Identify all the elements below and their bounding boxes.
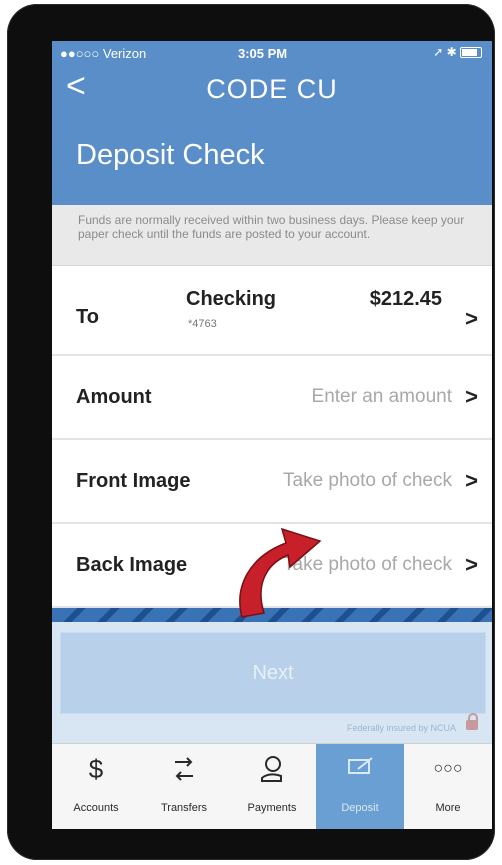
funds-notice: Funds are normally received within two b… (52, 205, 492, 266)
nav-bar: < CODE CU (52, 65, 492, 109)
tab-payments[interactable]: Payments (228, 744, 316, 829)
status-bar: ●●○○○ Verizon 3:05 PM ➚ ✱ (52, 41, 492, 65)
to-account-row[interactable]: To Checking *4763 $212.45 > (52, 266, 492, 356)
chevron-right-icon: > (465, 306, 478, 331)
bluetooth-icon: ✱ (446, 45, 457, 59)
tab-label: More (435, 802, 461, 814)
tab-label: Deposit (341, 802, 379, 814)
transfer-icon (140, 754, 228, 790)
tab-label: Transfers (160, 802, 208, 814)
lock-icon (466, 713, 478, 730)
page-title: Deposit Check (76, 139, 265, 171)
chevron-right-icon: > (465, 468, 478, 493)
insured-note: Federally insured by NCUA (346, 723, 456, 733)
back-image-label: Back Image (76, 554, 188, 576)
account-number: *4763 (188, 318, 217, 330)
to-label: To (76, 306, 99, 328)
chevron-right-icon: > (465, 384, 478, 409)
tab-deposit[interactable]: Deposit (316, 744, 404, 829)
more-icon: ○○○ (433, 760, 463, 777)
deposit-icon (316, 754, 404, 790)
page-header: Deposit Check (52, 109, 492, 205)
next-button[interactable]: Next (60, 632, 486, 714)
account-name: Checking (186, 288, 277, 310)
tab-more[interactable]: ○○○ More (404, 744, 492, 829)
clock: 3:05 PM (238, 46, 288, 61)
amount-placeholder: Enter an amount (311, 386, 452, 407)
tab-label: Payments (247, 802, 297, 814)
app-title: CODE CU (206, 74, 338, 104)
tab-accounts[interactable]: $ Accounts (52, 744, 140, 829)
battery-icon (460, 47, 482, 59)
tab-transfers[interactable]: Transfers (140, 744, 228, 829)
carrier-label: ●●○○○ Verizon (60, 46, 147, 61)
location-icon: ➚ (433, 45, 444, 59)
account-balance: $212.45 (369, 288, 442, 310)
payments-icon (228, 754, 316, 790)
front-image-row[interactable]: Front Image Take photo of check > (52, 440, 492, 524)
amount-row[interactable]: Amount Enter an amount > (52, 356, 492, 440)
tab-bar: $ Accounts Transfers Payments Deposit ○○… (52, 743, 492, 829)
amount-label: Amount (76, 386, 152, 408)
front-image-placeholder: Take photo of check (283, 470, 452, 491)
annotation-arrow-icon (239, 527, 322, 618)
dollar-icon: $ (88, 754, 104, 784)
app-screen: ●●○○○ Verizon 3:05 PM ➚ ✱ < CODE CU Depo… (52, 41, 492, 829)
chevron-right-icon: > (465, 552, 478, 577)
front-image-label: Front Image (76, 470, 191, 492)
submit-area: Next Federally insured by NCUA (52, 622, 492, 743)
funds-notice-text: Funds are normally received within two b… (78, 213, 465, 241)
tab-label: Accounts (73, 802, 119, 814)
status-icons: ➚ ✱ (433, 45, 482, 59)
phone-frame: ●●○○○ Verizon 3:05 PM ➚ ✱ < CODE CU Depo… (7, 4, 495, 860)
